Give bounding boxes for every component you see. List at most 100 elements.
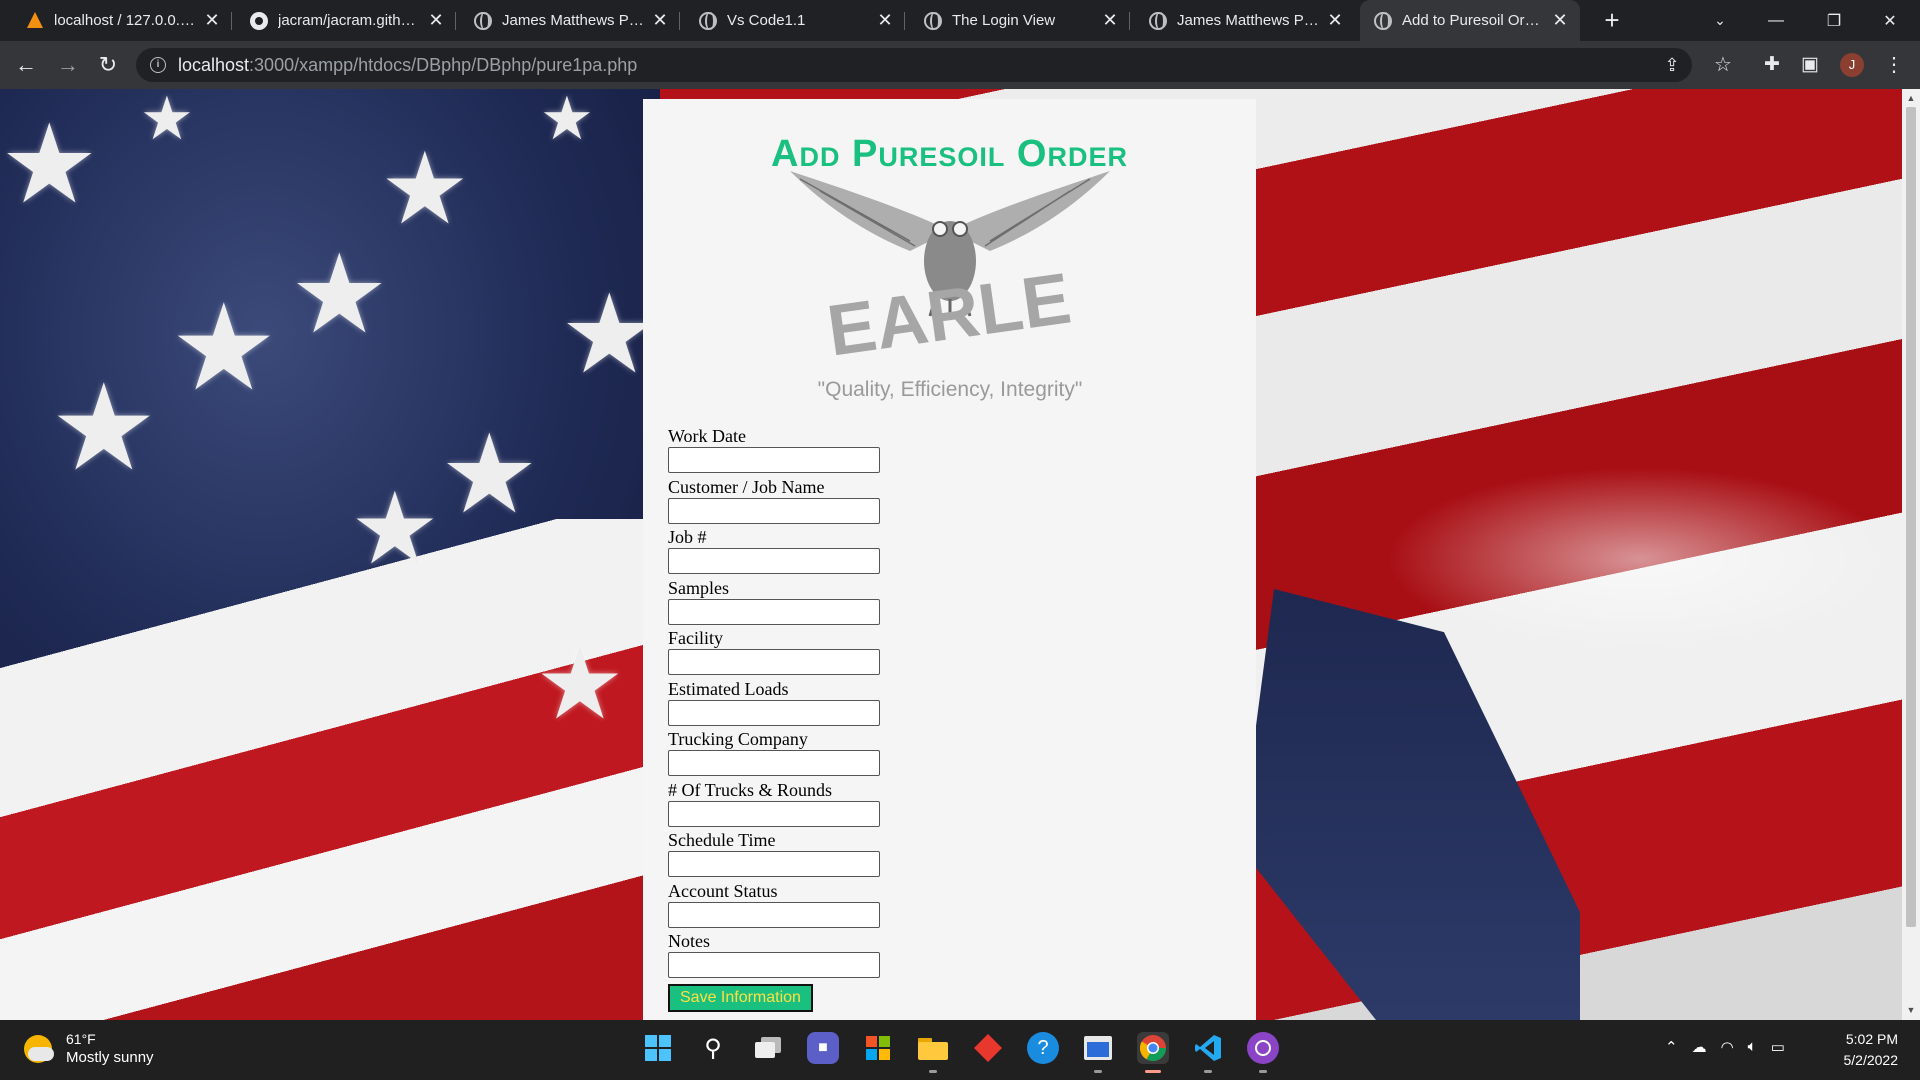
scroll-down-icon[interactable]: ▼ — [1902, 1005, 1920, 1015]
scroll-up-icon[interactable]: ▲ — [1902, 93, 1920, 103]
estimated-loads-input[interactable] — [668, 699, 880, 726]
schedule-time-input[interactable] — [668, 851, 880, 877]
weather-widget[interactable]: 61°F Mostly sunny — [24, 1030, 154, 1068]
close-window-button[interactable]: ✕ — [1862, 0, 1918, 41]
reload-button[interactable]: ↻ — [94, 51, 122, 79]
page-title: Add Puresoil Order — [771, 133, 1128, 175]
close-icon[interactable]: ✕ — [426, 10, 446, 31]
logo-brand-text: EARLE — [823, 258, 1076, 371]
samples-label: Samples — [668, 577, 729, 598]
url-text[interactable]: localhost:3000/xampp/htdocs/DBphp/DBphp/… — [178, 55, 637, 76]
samples-input[interactable] — [668, 598, 880, 625]
tab-title: The Login View — [952, 12, 1056, 29]
tab-login-view[interactable]: The Login View ✕ — [910, 0, 1130, 41]
field-notes: Notes — [668, 930, 1068, 981]
trucks-rounds-input[interactable] — [668, 800, 880, 827]
tab-add-puresoil-order[interactable]: Add to Puresoil Order ✕ — [1360, 0, 1580, 41]
browser-tab-strip: localhost / 127.0.0.1 | p ✕ jacram/jacra… — [0, 0, 1920, 41]
widgets-icon[interactable] — [862, 1032, 894, 1064]
tab-james-matthews-1[interactable]: James Matthews Proj ✕ — [460, 0, 680, 41]
search-icon[interactable]: ⚲ — [697, 1032, 729, 1064]
tab-title: James Matthews Proj — [502, 12, 644, 29]
trucking-company-input[interactable] — [668, 750, 880, 776]
schedule-time-label: Schedule Time — [668, 830, 776, 850]
wifi-icon[interactable]: ◠ — [1721, 1038, 1734, 1056]
help-icon[interactable]: ? — [1027, 1032, 1059, 1064]
globe-icon — [924, 11, 942, 30]
site-info-icon[interactable]: i — [150, 57, 166, 73]
battery-icon[interactable]: ▭ — [1771, 1038, 1785, 1056]
weather-text: Mostly sunny — [66, 1049, 154, 1066]
globe-icon — [1374, 11, 1392, 30]
close-icon[interactable]: ✕ — [202, 10, 222, 31]
facility-input[interactable] — [668, 649, 880, 675]
field-samples: Samples — [668, 577, 1068, 628]
app-window-icon[interactable] — [1082, 1032, 1114, 1073]
new-tab-button[interactable]: + — [1598, 6, 1626, 34]
onedrive-cloud-icon[interactable]: ☁ — [1692, 1038, 1707, 1056]
weather-temp: 61°F — [66, 1031, 96, 1047]
github-desktop-icon[interactable] — [1247, 1032, 1279, 1073]
account-status-input[interactable] — [668, 901, 880, 928]
share-icon[interactable]: ⇪ — [1658, 51, 1686, 79]
facility-label: Facility — [668, 628, 723, 648]
field-job-number: Job # — [668, 526, 1068, 577]
extensions-icon[interactable]: ✚ — [1758, 51, 1786, 79]
tab-title: jacram/jacram.github.io — [278, 12, 420, 29]
url-path: :3000/xampp/htdocs/DBphp/DBphp/pure1pa.p… — [249, 55, 638, 75]
close-icon[interactable]: ✕ — [650, 10, 670, 31]
close-icon[interactable]: ✕ — [875, 10, 895, 31]
customer-job-name-input[interactable] — [668, 497, 880, 524]
back-button[interactable]: ← — [12, 51, 40, 79]
tab-vscode[interactable]: Vs Code1.1 ✕ — [685, 0, 905, 41]
side-panel-icon[interactable]: ▣ — [1796, 51, 1824, 79]
star-icon: ★ — [50, 359, 158, 498]
page-scrollbar[interactable]: ▲ ▼ — [1902, 89, 1920, 1020]
clock-time: 5:02 PM — [1845, 1031, 1898, 1047]
start-menu-icon[interactable] — [642, 1032, 674, 1064]
bookmark-star-icon[interactable]: ☆ — [1709, 51, 1737, 79]
windows-taskbar: 61°F Mostly sunny ⚲ ■ ? ⌃ ☁ ◠ 🔈︎ ▭ 5:02 … — [0, 1020, 1920, 1080]
vscode-icon[interactable] — [1192, 1032, 1224, 1073]
task-view-icon[interactable] — [752, 1032, 784, 1064]
tab-search-icon[interactable]: ⌄ — [1692, 0, 1748, 41]
restore-button[interactable]: ❐ — [1806, 0, 1862, 41]
flag-canton-right — [1240, 589, 1580, 1020]
git-app-icon[interactable] — [972, 1032, 1004, 1064]
field-facility: Facility — [668, 627, 1068, 678]
tab-github[interactable]: jacram/jacram.github.io ✕ — [236, 0, 456, 41]
globe-icon — [1149, 11, 1167, 30]
close-icon[interactable]: ✕ — [1550, 10, 1570, 31]
profile-avatar[interactable]: J — [1840, 53, 1864, 77]
teams-chat-icon[interactable]: ■ — [807, 1032, 839, 1064]
field-trucking-company: Trucking Company — [668, 728, 1068, 779]
scrollbar-thumb[interactable] — [1906, 107, 1916, 927]
clock-date: 5/2/2022 — [1843, 1052, 1899, 1068]
star-icon: ★ — [380, 130, 470, 247]
chrome-icon[interactable] — [1137, 1032, 1169, 1073]
page-viewport: ★ ★ ★ ★ ★ ★ ★ ★ ★ ★ ★ Add Puresoil Order… — [0, 89, 1902, 1020]
customer-job-name-label: Customer / Job Name — [668, 476, 825, 497]
tab-phpmyadmin[interactable]: localhost / 127.0.0.1 | p ✕ — [12, 0, 232, 41]
tab-james-matthews-2[interactable]: James Matthews Proj ✕ — [1135, 0, 1355, 41]
close-icon[interactable]: ✕ — [1100, 10, 1120, 31]
star-icon: ★ — [440, 410, 539, 538]
star-icon: ★ — [0, 100, 99, 228]
save-information-button[interactable]: Save Information — [668, 983, 813, 1012]
minimize-button[interactable]: — — [1748, 0, 1804, 41]
volume-icon[interactable]: 🔈︎ — [1748, 1038, 1757, 1056]
address-bar[interactable]: i localhost:3000/xampp/htdocs/DBphp/DBph… — [136, 48, 1692, 82]
forward-button[interactable]: → — [54, 51, 82, 79]
file-explorer-icon[interactable] — [917, 1032, 949, 1073]
work-date-input[interactable] — [668, 447, 880, 473]
puresoil-order-form: Work Date Customer / Job Name Job # Samp… — [668, 425, 1068, 1012]
star-icon: ★ — [540, 89, 594, 154]
account-status-label: Account Status — [668, 880, 778, 901]
close-icon[interactable]: ✕ — [1325, 10, 1345, 31]
chevron-up-icon[interactable]: ⌃ — [1665, 1038, 1678, 1056]
system-clock[interactable]: 5:02 PM 5/2/2022 — [1830, 1029, 1899, 1071]
github-icon — [250, 11, 268, 30]
menu-icon[interactable]: ⋮ — [1880, 51, 1908, 79]
notes-input[interactable] — [668, 952, 880, 978]
job-number-input[interactable] — [668, 548, 880, 574]
